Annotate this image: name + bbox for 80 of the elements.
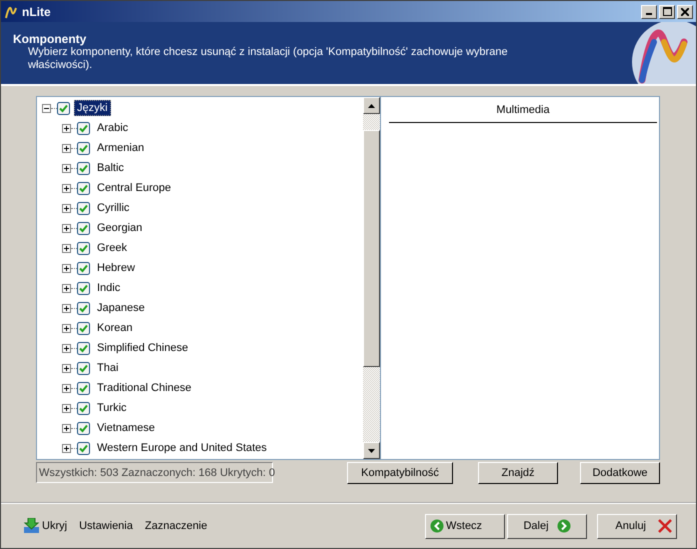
maximize-button[interactable] (659, 4, 675, 18)
footer-link[interactable]: Ustawienia (79, 516, 141, 536)
expand-icon[interactable] (62, 264, 71, 272)
expand-icon[interactable] (62, 304, 71, 312)
expand-icon[interactable] (62, 364, 71, 372)
tree-item[interactable]: Vietnamese (94, 420, 158, 436)
footer-link[interactable]: Zaznaczenie (144, 516, 216, 536)
nav-button[interactable]: Anuluj (597, 514, 677, 538)
checkbox[interactable] (77, 342, 90, 354)
checkbox[interactable] (77, 162, 90, 174)
panel-button[interactable]: Kompatybilność (347, 462, 453, 484)
tree-item[interactable]: Japanese (94, 300, 148, 316)
expand-icon[interactable] (62, 384, 71, 392)
tree-item[interactable]: Turkic (94, 400, 130, 416)
expand-icon[interactable] (62, 164, 71, 172)
checkbox[interactable] (77, 122, 90, 134)
checkbox[interactable] (77, 282, 90, 294)
window-title: nLite (22, 4, 51, 18)
tree-item[interactable]: Simplified Chinese (94, 340, 192, 356)
checkbox[interactable] (77, 402, 90, 414)
tree-item[interactable]: Western Europe and United States (94, 440, 270, 456)
tree-item[interactable]: Greek (94, 240, 130, 256)
status-text: Wszystkich: 503 Zaznaczonych: 168 Ukrytych: 0 (36, 462, 273, 483)
nav-button[interactable]: Wstecz (425, 514, 505, 538)
collapse-icon[interactable] (42, 104, 51, 112)
download-tray-icon (23, 518, 40, 534)
tree-item[interactable]: Armenian (94, 140, 148, 156)
checkbox[interactable] (57, 102, 70, 114)
close-button[interactable] (677, 4, 693, 18)
expand-icon[interactable] (62, 424, 71, 432)
app-logo-icon (4, 4, 18, 18)
expand-icon[interactable] (62, 444, 71, 452)
panel-button[interactable]: Dodatkowe (580, 462, 660, 484)
page-description: Wybierz komponenty, które chcesz usunąć z instalacji (opcja 'Kompatybilność' zachowuje wybrane właściwości). (27, 46, 509, 72)
checkbox[interactable] (77, 382, 90, 394)
tree-item[interactable]: Central Europe (94, 180, 174, 196)
expand-icon[interactable] (62, 224, 71, 232)
checkbox[interactable] (77, 362, 90, 374)
checkbox[interactable] (77, 222, 90, 234)
scroll-down-icon[interactable] (363, 442, 380, 459)
panel-button[interactable]: Znajdź (478, 462, 558, 484)
maximize-icon (662, 7, 672, 16)
checkbox[interactable] (77, 302, 90, 314)
cancel-x-icon (658, 519, 672, 533)
checkbox[interactable] (77, 422, 90, 434)
expand-icon[interactable] (62, 284, 71, 292)
expand-icon[interactable] (62, 204, 71, 212)
checkbox[interactable] (77, 262, 90, 274)
details-heading: Multimedia (389, 101, 657, 123)
tree-item[interactable]: Thai (94, 360, 122, 376)
tree-item[interactable]: Georgian (94, 220, 146, 236)
footer-link[interactable]: Ukryj (23, 516, 76, 536)
tree-item[interactable]: Baltic (94, 160, 127, 176)
tree-item[interactable]: Języki (74, 100, 111, 116)
scroll-up-icon[interactable] (363, 97, 380, 114)
minimize-button[interactable] (641, 4, 657, 18)
expand-icon[interactable] (62, 344, 71, 352)
checkbox[interactable] (77, 242, 90, 254)
minimize-icon (646, 13, 652, 15)
tree-item[interactable]: Indic (94, 280, 124, 296)
checkbox[interactable] (77, 442, 90, 454)
close-icon (681, 8, 689, 16)
tree-item[interactable]: Hebrew (94, 260, 138, 276)
expand-icon[interactable] (62, 124, 71, 132)
nav-button[interactable]: Dalej (507, 514, 587, 538)
checkbox[interactable] (77, 142, 90, 154)
checkbox[interactable] (77, 322, 90, 334)
expand-icon[interactable] (62, 144, 71, 152)
tree-item[interactable]: Cyrillic (94, 200, 132, 216)
tree-item[interactable]: Korean (94, 320, 136, 336)
checkbox[interactable] (77, 202, 90, 214)
expand-icon[interactable] (62, 324, 71, 332)
scrollbar[interactable] (363, 97, 380, 459)
tree-item[interactable]: Arabic (94, 120, 132, 136)
expand-icon[interactable] (62, 244, 71, 252)
expand-icon[interactable] (62, 404, 71, 412)
expand-icon[interactable] (62, 184, 71, 192)
tree-item[interactable]: Traditional Chinese (94, 380, 194, 396)
page-title: Komponenty (13, 32, 88, 46)
checkbox[interactable] (77, 182, 90, 194)
